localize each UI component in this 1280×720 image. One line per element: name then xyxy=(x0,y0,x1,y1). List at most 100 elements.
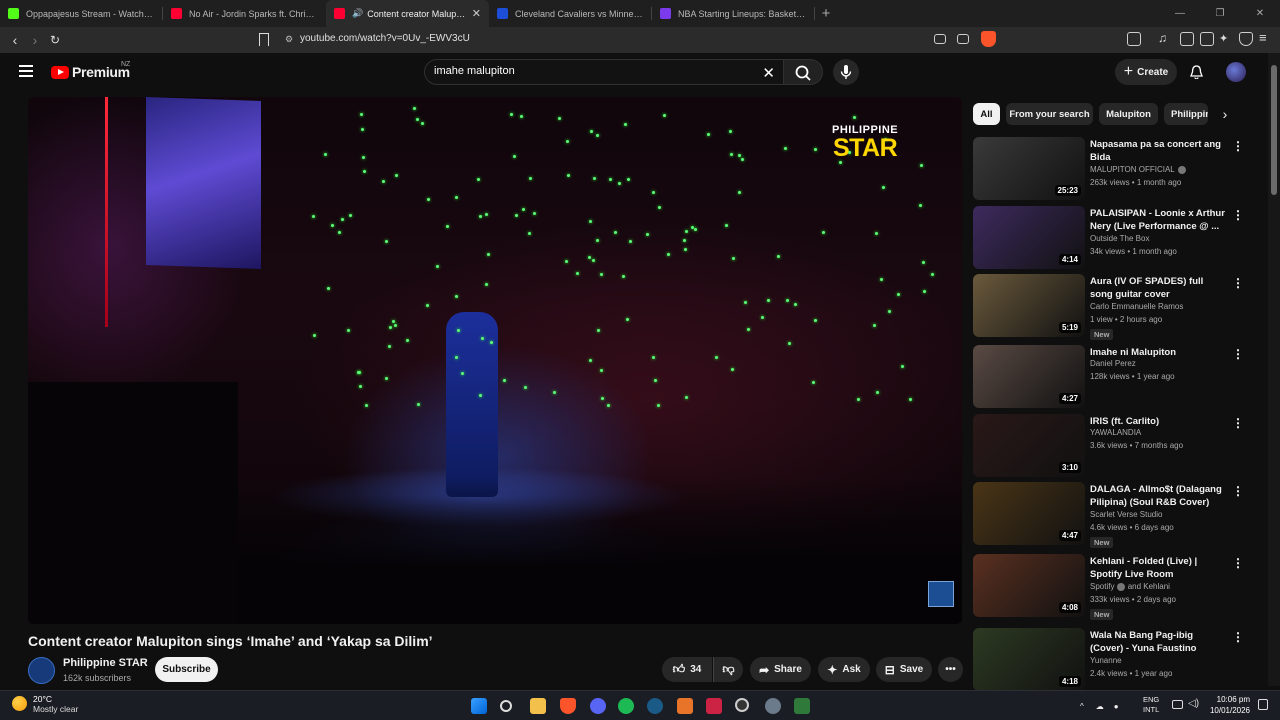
settings-gear-icon[interactable] xyxy=(765,698,781,714)
recommendation-channel[interactable]: Spotify and Kehlani xyxy=(1090,582,1170,591)
hamburger-menu-icon[interactable] xyxy=(19,65,33,77)
like-button[interactable]: 👍︎ 34 xyxy=(662,657,712,682)
cast-icon[interactable] xyxy=(934,34,946,44)
chip-philippine[interactable]: Philippin xyxy=(1164,103,1208,125)
chevron-right-icon[interactable]: › xyxy=(1215,104,1235,124)
video-thumbnail[interactable]: 4:27 xyxy=(973,345,1085,408)
video-thumbnail[interactable]: 3:10 xyxy=(973,414,1085,477)
volume-icon[interactable]: ◁) xyxy=(1188,698,1199,709)
start-icon[interactable] xyxy=(471,698,487,714)
new-tab-button[interactable]: + xyxy=(815,0,837,27)
tab-search-icon[interactable] xyxy=(1127,32,1141,46)
recommendation-title[interactable]: PALAISIPAN - Loonie x Arthur Nery (Live … xyxy=(1090,207,1228,233)
bookmark-icon[interactable] xyxy=(259,33,269,46)
brave-shield-icon[interactable] xyxy=(981,31,996,47)
network-icon[interactable] xyxy=(1172,700,1183,709)
recommendation-title[interactable]: Kehlani - Folded (Live) | Spotify Live R… xyxy=(1090,555,1228,581)
recommendation-channel[interactable]: MALUPITON OFFICIAL xyxy=(1090,165,1186,174)
recommendation-item[interactable]: 4:47 DALAGA - Allmo$t (Dalagang Pilipina)… xyxy=(973,482,1263,548)
dislike-button[interactable]: 👎︎ xyxy=(713,657,743,682)
page-scrollbar[interactable] xyxy=(1268,53,1280,686)
browser-tab[interactable]: Oppapajesus Stream - Watch Live on xyxy=(0,0,163,27)
search-button[interactable] xyxy=(783,59,823,85)
more-options-icon[interactable]: ⋮ xyxy=(1232,276,1244,290)
more-options-icon[interactable]: ⋮ xyxy=(1232,556,1244,570)
spotify-icon[interactable] xyxy=(618,698,634,714)
media-icon[interactable]: ♫ xyxy=(1158,31,1172,45)
recommendation-channel[interactable]: Outside The Box xyxy=(1090,234,1149,243)
account-avatar[interactable] xyxy=(1226,62,1246,82)
share-button[interactable]: ➦ Share xyxy=(750,657,811,682)
minimize-icon[interactable]: — xyxy=(1160,0,1200,27)
video-thumbnail[interactable]: 25:23 xyxy=(973,137,1085,200)
more-options-icon[interactable]: ⋮ xyxy=(1232,208,1244,222)
browser-tab-active[interactable]: 🔊Content creator Malupiton sin✕ xyxy=(326,0,489,27)
obs-icon[interactable] xyxy=(735,698,749,712)
leo-ai-icon[interactable]: ✦ xyxy=(1219,32,1233,46)
voice-search-button[interactable] xyxy=(833,59,859,85)
search-input[interactable] xyxy=(434,65,734,77)
video-player[interactable]: PHILIPPINE STAR xyxy=(28,97,962,624)
more-options-icon[interactable]: ⋮ xyxy=(1232,347,1244,361)
menu-icon[interactable]: ≡ xyxy=(1259,30,1273,45)
scrollbar-thumb[interactable] xyxy=(1271,65,1277,195)
app-orange-icon[interactable] xyxy=(677,698,693,714)
recommendation-channel[interactable]: Scarlet Verse Studio xyxy=(1090,510,1162,519)
close-tab-icon[interactable]: ✕ xyxy=(472,7,481,20)
reload-icon[interactable]: ↻ xyxy=(45,30,65,50)
brave-browser-icon[interactable] xyxy=(560,698,576,714)
video-thumbnail[interactable]: 4:08 xyxy=(973,554,1085,617)
more-options-icon[interactable]: ⋮ xyxy=(1232,416,1244,430)
recommendation-item[interactable]: 4:18 Wala Na Bang Pag-ibig (Cover) - Yuna… xyxy=(973,628,1263,692)
channel-name[interactable]: Philippine STAR xyxy=(63,657,148,669)
notification-icon[interactable] xyxy=(1258,699,1268,710)
recommendation-item[interactable]: 5:19 Aura (IV OF SPADES) full song guitar… xyxy=(973,274,1263,340)
recommendation-channel[interactable]: Carlo Emmanuelle Ramos xyxy=(1090,302,1183,311)
browser-tab[interactable]: Cleveland Cavaliers vs Minnesota Tim xyxy=(489,0,652,27)
clear-search-icon[interactable]: ✕ xyxy=(762,64,775,82)
site-info-icon[interactable]: ⚙ xyxy=(285,34,293,45)
browser-tab[interactable]: NBA Starting Lineups: Basketball Dai xyxy=(652,0,815,27)
chevron-up-icon[interactable]: ^ xyxy=(1080,702,1084,711)
weather-widget[interactable]: 20°C Mostly clear xyxy=(12,694,78,714)
video-thumbnail[interactable]: 4:14 xyxy=(973,206,1085,269)
system-clock[interactable]: 10:06 pm 10/01/2026 xyxy=(1206,694,1250,716)
sidebar-icon[interactable] xyxy=(1180,32,1194,46)
speaker-icon[interactable]: 🔊 xyxy=(352,8,363,19)
recommendation-item[interactable]: 4:14 PALAISIPAN - Loonie x Arthur Nery (L… xyxy=(973,206,1263,270)
recommendation-item[interactable]: 4:08 Kehlani - Folded (Live) | Spotify Li… xyxy=(973,554,1263,620)
video-thumbnail[interactable]: 4:18 xyxy=(973,628,1085,691)
recommendation-title[interactable]: IRIS (ft. Carlito) xyxy=(1090,415,1228,428)
back-icon[interactable]: ‹ xyxy=(5,30,25,50)
recommendation-channel[interactable]: Yunanne xyxy=(1090,656,1122,665)
more-options-icon[interactable]: ⋮ xyxy=(1232,484,1244,498)
recommendation-channel[interactable]: Daniel Perez xyxy=(1090,359,1136,368)
url-field[interactable]: youtube.com/watch?v=0Uv_-EWV3cU xyxy=(300,33,470,44)
video-thumbnail[interactable]: 4:47 xyxy=(973,482,1085,545)
recommendation-item[interactable]: 4:27 Imahe ni Malupiton Daniel Perez 128k v… xyxy=(973,345,1263,409)
recommendation-title[interactable]: Wala Na Bang Pag-ibig (Cover) - Yuna Fau… xyxy=(1090,629,1228,655)
subscribe-button[interactable]: Subscribe xyxy=(155,657,218,682)
chip-all[interactable]: All xyxy=(973,103,1000,125)
search-box[interactable]: ✕ xyxy=(424,59,784,85)
forward-icon[interactable]: › xyxy=(25,30,45,50)
recommendation-channel[interactable]: YAWALANDIA xyxy=(1090,428,1141,437)
taskbar-search-icon[interactable] xyxy=(500,700,512,712)
recommendation-item[interactable]: 3:10 IRIS (ft. Carlito) YAWALANDIA 3.6k vie… xyxy=(973,414,1263,478)
notifications-bell-icon[interactable] xyxy=(1190,65,1203,79)
browser-tab[interactable]: No Air - Jordin Sparks ft. Chris Brown xyxy=(163,0,326,27)
channel-avatar[interactable] xyxy=(28,657,55,684)
app-red-icon[interactable] xyxy=(706,698,722,714)
wallet-icon[interactable] xyxy=(1200,32,1214,46)
more-actions-button[interactable]: ••• xyxy=(938,657,963,682)
mic-tray-icon[interactable]: ● xyxy=(1114,702,1119,711)
steam-icon[interactable] xyxy=(647,698,663,714)
app-green-icon[interactable] xyxy=(794,698,810,714)
recommendation-title[interactable]: Napasama pa sa concert ang Bida xyxy=(1090,138,1228,164)
recommendation-title[interactable]: Aura (IV OF SPADES) full song guitar cov… xyxy=(1090,275,1228,301)
chip-from-your-search[interactable]: From your search xyxy=(1006,103,1093,125)
recommendation-title[interactable]: Imahe ni Malupiton xyxy=(1090,346,1228,359)
recommendation-item[interactable]: 25:23 Napasama pa sa concert ang Bida MALU… xyxy=(973,137,1263,201)
more-options-icon[interactable]: ⋮ xyxy=(1232,139,1244,153)
save-button[interactable]: ⊟ Save xyxy=(876,657,932,682)
